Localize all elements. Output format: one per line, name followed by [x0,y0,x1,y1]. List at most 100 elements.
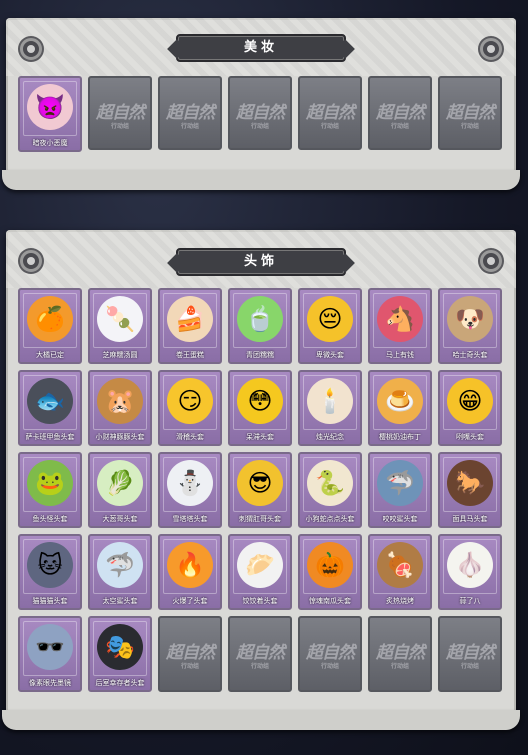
headwear-empty-slot[interactable]: 超自然 行动组 [368,616,432,692]
headwear-item-label: 小财神豚豚头套 [95,433,145,441]
headwear-empty-slot[interactable]: 超自然 行动组 [158,616,222,692]
headwear-item-label: 芝麻糯汤圆 [102,351,138,359]
headwear-item-icon: 🔥 [167,542,213,588]
headwear-item-icon: 😳 [237,378,283,424]
makeup-empty-slot[interactable]: 超自然 行动组 [228,76,292,150]
headwear-title: 头饰 [176,248,346,276]
watermark-logo: 超自然 行动组 [440,98,500,130]
makeup-empty-slot[interactable]: 超自然 行动组 [158,76,222,150]
headwear-item-label: 小狗蛇点点头套 [305,515,355,523]
headwear-item-slot[interactable]: 🍊 大橘已定 [18,288,82,364]
makeup-panel: 美妆 👿 暗夜小恶魔 超自然 行动组 超自然 行动组 超自然 行动组 超自然 行动组 超自然 行动组超… [2,18,520,190]
headwear-item-slot[interactable]: 🕯️ 烛光纪念 [298,370,362,446]
headwear-item-slot[interactable]: ⛄ 雪塔塔头套 [158,452,222,528]
headwear-item-slot[interactable]: 🍮 樱桃奶油布丁 [368,370,432,446]
headwear-item-label: 雪塔塔头套 [172,515,208,523]
headwear-item-icon: 🦈 [377,460,423,506]
watermark-main: 超自然 [166,643,215,663]
headwear-grid: 🍊 大橘已定 🍡 芝麻糯汤圆 🍰 卷王蛋糕 🍵 青团糯糯 😔 卑微头套 🐴 马上有钱 🐶 哈士奇头套 🐟 萨卡… [18,288,502,692]
headwear-item-label: 猫猫猫头套 [32,597,68,605]
headwear-empty-slot[interactable]: 超自然 行动组 [228,616,292,692]
headwear-item-slot[interactable]: 🐱 猫猫猫头套 [18,534,82,610]
headwear-item-label: 火爆了头套 [172,597,208,605]
headwear-item-icon: 🐸 [27,460,73,506]
headwear-item-icon: 🐍 [307,460,353,506]
watermark-main: 超自然 [376,643,425,663]
headwear-empty-slot[interactable]: 超自然 行动组 [298,616,362,692]
headwear-item-slot[interactable]: 🦈 太空鲨头套 [88,534,152,610]
headwear-item-slot[interactable]: 🕶️ 像素眼先墨镜 [18,616,82,692]
headwear-item-slot[interactable]: 🧄 蒜了八 [438,534,502,610]
headwear-item-slot[interactable]: 🍰 卷王蛋糕 [158,288,222,364]
headwear-empty-slot[interactable]: 超自然 行动组 [438,616,502,692]
scroll-edge [2,170,520,190]
headwear-item-icon: ⛄ [167,460,213,506]
headwear-item-slot[interactable]: 😁 咧嘴头套 [438,370,502,446]
headwear-item-slot[interactable]: 🎭 后室幸存者头套 [88,616,152,692]
headwear-item-slot[interactable]: 😎 刺猬肛哥头套 [228,452,292,528]
watermark-logo: 超自然 行动组 [440,638,500,670]
headwear-item-icon: 😏 [167,378,213,424]
headwear-item-icon: 😔 [307,296,353,342]
headwear-item-label: 烛光纪念 [316,433,344,441]
headwear-item-label: 哈士奇头套 [452,351,488,359]
makeup-title: 美妆 [176,34,346,62]
makeup-empty-slot[interactable]: 超自然 行动组 [88,76,152,150]
makeup-empty-slot[interactable]: 超自然 行动组 [438,76,502,150]
headwear-item-slot[interactable]: 🐹 小财神豚豚头套 [88,370,152,446]
watermark-main: 超自然 [376,103,425,123]
scroll-edge [2,710,520,730]
headwear-item-slot[interactable]: 😏 滑稽头套 [158,370,222,446]
watermark-logo: 超自然 行动组 [370,98,430,130]
headwear-item-label: 青团糯糯 [246,351,274,359]
headwear-item-icon: 🍮 [377,378,423,424]
headwear-item-icon: 🍡 [97,296,143,342]
watermark-main: 超自然 [96,103,145,123]
watermark-logo: 超自然 行动组 [300,638,360,670]
headwear-item-icon: 🐎 [447,460,493,506]
headwear-item-label: 蒜了八 [459,597,481,605]
headwear-item-icon: 🍵 [237,296,283,342]
makeup-empty-slot[interactable]: 超自然 行动组 [368,76,432,150]
headwear-item-slot[interactable]: 😔 卑微头套 [298,288,362,364]
headwear-item-icon: 🎃 [307,542,353,588]
makeup-item-label: 暗夜小恶魔 [32,139,68,147]
headwear-item-icon: 🦈 [97,542,143,588]
ornament-right-icon [480,38,502,60]
headwear-item-slot[interactable]: 🥟 饺饺着头套 [228,534,292,610]
headwear-item-label: 刺猬肛哥头套 [239,515,281,523]
headwear-item-slot[interactable]: 🍖 炙热烧烤 [368,534,432,610]
makeup-grid: 👿 暗夜小恶魔 超自然 行动组 超自然 行动组 超自然 行动组 超自然 行动组 超自然 行动组 超自然行… [18,76,502,152]
ornament-left-icon [20,250,42,272]
headwear-item-label: 惊魂南瓜头套 [309,597,351,605]
headwear-item-label: 咧嘴头套 [456,433,484,441]
headwear-item-slot[interactable]: 🐸 鱼头怪头套 [18,452,82,528]
headwear-item-slot[interactable]: 🍵 青团糯糯 [228,288,292,364]
headwear-item-slot[interactable]: 😳 呆滞头套 [228,370,292,446]
headwear-item-label: 滑稽头套 [176,433,204,441]
headwear-item-slot[interactable]: 🐍 小狗蛇点点头套 [298,452,362,528]
headwear-item-icon: 🍊 [27,296,73,342]
headwear-item-icon: 🥟 [237,542,283,588]
headwear-item-slot[interactable]: 🦈 咬咬鲨头套 [368,452,432,528]
headwear-item-slot[interactable]: 🥬 大葱哥头套 [88,452,152,528]
headwear-item-slot[interactable]: 🐴 马上有钱 [368,288,432,364]
watermark-main: 超自然 [446,643,495,663]
makeup-empty-slot[interactable]: 超自然 行动组 [298,76,362,150]
headwear-item-icon: 🐴 [377,296,423,342]
headwear-item-slot[interactable]: 🔥 火爆了头套 [158,534,222,610]
headwear-item-icon: 😎 [237,460,283,506]
headwear-item-slot[interactable]: 🐎 面具马头套 [438,452,502,528]
headwear-item-label: 樱桃奶油布丁 [379,433,421,441]
headwear-item-slot[interactable]: 🍡 芝麻糯汤圆 [88,288,152,364]
headwear-item-icon: 🍖 [377,542,423,588]
headwear-item-slot[interactable]: 🐶 哈士奇头套 [438,288,502,364]
headwear-item-icon: 🐟 [27,378,73,424]
headwear-item-label: 卷王蛋糕 [176,351,204,359]
headwear-item-slot[interactable]: 🎃 惊魂南瓜头套 [298,534,362,610]
makeup-item-slot[interactable]: 👿 暗夜小恶魔 [18,76,82,152]
headwear-item-icon: 🐱 [27,542,73,588]
headwear-item-slot[interactable]: 🐟 萨卡班甲鱼头套 [18,370,82,446]
headwear-panel: 头饰 🍊 大橘已定 🍡 芝麻糯汤圆 🍰 卷王蛋糕 🍵 青团糯糯 😔 卑微头套 🐴 马上有钱 🐶 哈士奇头套… [2,230,520,730]
watermark-main: 超自然 [446,103,495,123]
